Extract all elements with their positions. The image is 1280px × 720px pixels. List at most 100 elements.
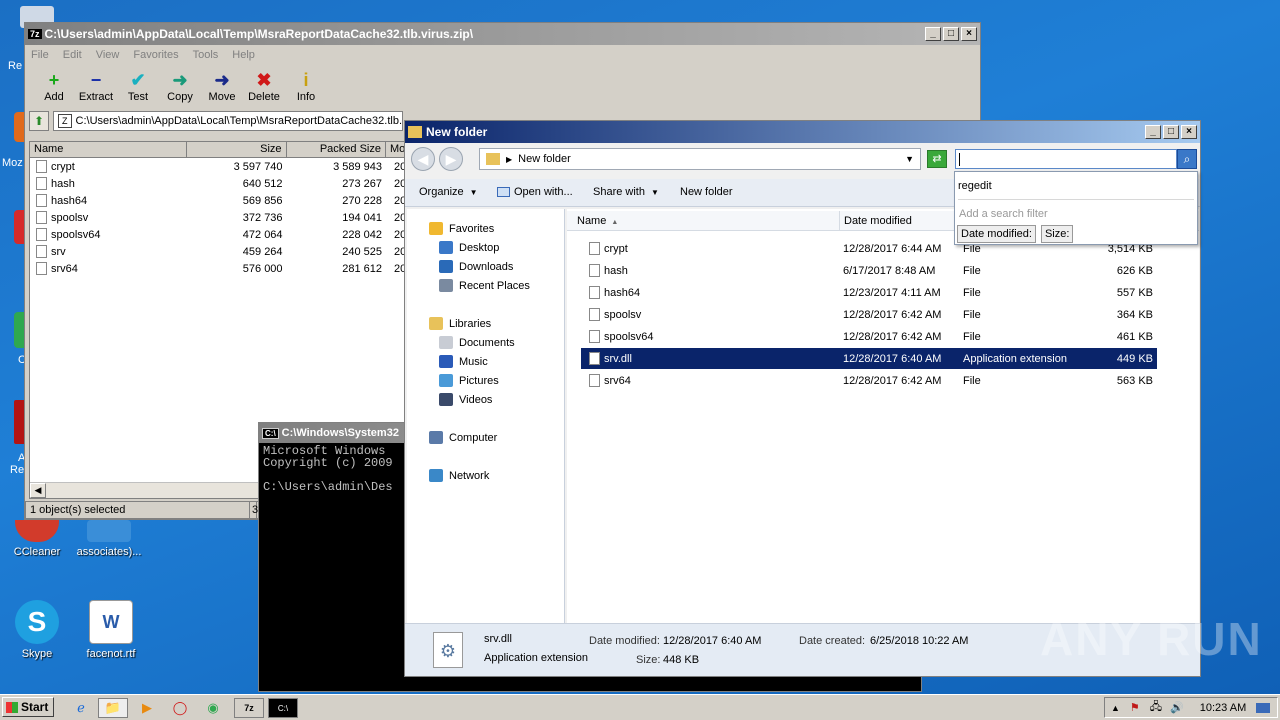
table-row[interactable]: spoolsv 372 736 194 041 20 xyxy=(30,209,406,226)
table-row[interactable]: srv64 576 000 281 612 20 xyxy=(30,260,406,277)
table-row[interactable]: srv 459 264 240 525 20 xyxy=(30,243,406,260)
organize-button[interactable]: Organize ▼ xyxy=(419,186,478,198)
breadcrumb-item[interactable]: New folder xyxy=(518,153,905,165)
copy-button[interactable]: ➜ Copy xyxy=(159,65,201,109)
clock[interactable]: 10:23 AM xyxy=(1200,702,1246,714)
file-modified: 20 xyxy=(394,160,407,173)
file-row[interactable]: hash 6/17/2017 8:48 AM File 626 KB xyxy=(581,260,1157,281)
address-field[interactable]: Z C:\Users\admin\AppData\Local\Temp\Msra… xyxy=(53,111,403,131)
window-icon xyxy=(497,187,510,197)
menu-favorites[interactable]: Favorites xyxy=(133,49,178,61)
column-date-modified[interactable]: Date modified xyxy=(844,215,912,227)
explorer-titlebar[interactable]: New folder _ □ × xyxy=(405,121,1200,143)
volume-icon[interactable]: 🔊 xyxy=(1170,701,1184,714)
breadcrumb[interactable]: ▶ New folder ▼ xyxy=(479,148,921,170)
share-with-button[interactable]: Share with ▼ xyxy=(593,186,659,198)
network-tray-icon[interactable]: 🖧 xyxy=(1150,698,1162,717)
nav-documents[interactable]: Documents xyxy=(439,336,515,349)
show-desktop-icon[interactable] xyxy=(1256,702,1271,713)
media-player-icon[interactable]: ▶ xyxy=(132,698,162,718)
maximize-button[interactable]: □ xyxy=(1163,125,1179,139)
column-packed-size[interactable]: Packed Size xyxy=(287,142,386,157)
chevron-down-icon[interactable]: ▼ xyxy=(905,154,914,164)
system-tray: ▲ ⚑ 🖧 🔊 10:23 AM xyxy=(1104,697,1278,718)
ie-icon[interactable]: ℯ xyxy=(66,698,96,718)
nav-libraries[interactable]: Libraries xyxy=(429,317,491,330)
7zip-titlebar[interactable]: 7z C:\Users\admin\AppData\Local\Temp\Msr… xyxy=(25,23,980,45)
close-button[interactable]: × xyxy=(1181,125,1197,139)
nav-favorites[interactable]: Favorites xyxy=(429,222,494,235)
table-row[interactable]: hash 640 512 273 267 20 xyxy=(30,175,406,192)
nav-computer[interactable]: Computer xyxy=(429,431,497,444)
nav-downloads[interactable]: Downloads xyxy=(439,260,513,273)
info-button[interactable]: i Info xyxy=(285,65,327,109)
file-row[interactable]: spoolsv 12/28/2017 6:42 AM File 364 KB xyxy=(581,304,1157,325)
extract-icon: − xyxy=(90,70,102,90)
details-filename: srv.dll xyxy=(484,633,512,645)
nav-recent-places[interactable]: Recent Places xyxy=(439,279,530,292)
menu-view[interactable]: View xyxy=(96,49,120,61)
file-date: 12/28/2017 6:44 AM xyxy=(843,242,942,255)
menu-tools[interactable]: Tools xyxy=(193,49,219,61)
chrome-taskbar-icon[interactable]: ◉ xyxy=(198,698,228,718)
desktop-icon-associates[interactable]: associates)... xyxy=(74,520,144,558)
nav-music[interactable]: Music xyxy=(439,355,488,368)
test-button[interactable]: ✔ Test xyxy=(117,65,159,109)
search-icon[interactable]: ⌕ xyxy=(1177,149,1197,169)
back-button[interactable]: ◀ xyxy=(411,147,435,171)
start-button[interactable]: Start xyxy=(2,697,54,717)
desktop-icon-ccleaner[interactable]: CCleaner xyxy=(2,520,72,558)
filter-size[interactable]: Size: xyxy=(1040,225,1074,243)
search-input[interactable] xyxy=(955,149,1177,169)
new-folder-button[interactable]: New folder xyxy=(680,186,733,198)
refresh-button[interactable]: ⇄ xyxy=(927,150,947,168)
column-modified[interactable]: Mo xyxy=(386,142,406,157)
filter-date-modified[interactable]: Date modified: xyxy=(957,225,1036,243)
explorer-taskbar-icon[interactable]: 📁 xyxy=(98,698,128,718)
open-with-button[interactable]: Open with... xyxy=(497,186,573,198)
extract-button[interactable]: − Extract xyxy=(75,65,117,109)
close-button[interactable]: × xyxy=(961,27,977,41)
opera-icon[interactable]: ◯ xyxy=(165,698,195,718)
7zip-taskbar-icon[interactable]: 7z xyxy=(234,698,264,718)
table-row[interactable]: hash64 569 856 270 228 20 xyxy=(30,192,406,209)
nav-pictures[interactable]: Pictures xyxy=(439,374,499,387)
move-button[interactable]: ➜ Move xyxy=(201,65,243,109)
file-row[interactable]: srv64 12/28/2017 6:42 AM File 563 KB xyxy=(581,370,1157,391)
forward-button[interactable]: ▶ xyxy=(439,147,463,171)
cmd-taskbar-icon[interactable]: C:\ xyxy=(268,698,298,718)
explorer-window: New folder _ □ × ◀ ▶ ▶ New folder ▼ ⇄ ⌕ … xyxy=(404,120,1201,677)
nav-network[interactable]: Network xyxy=(429,469,489,482)
file-size: 626 KB xyxy=(1116,264,1153,277)
desktop-icon-facenot[interactable]: W facenot.rtf xyxy=(76,600,146,660)
minimize-button[interactable]: _ xyxy=(1145,125,1161,139)
minimize-button[interactable]: _ xyxy=(925,27,941,41)
file-row[interactable]: hash64 12/23/2017 4:11 AM File 557 KB xyxy=(581,282,1157,303)
column-name[interactable]: Name xyxy=(30,142,188,157)
file-name: hash64 xyxy=(51,194,88,207)
folder-icon xyxy=(408,126,422,138)
search-suggestion-item[interactable]: regedit xyxy=(955,172,1197,192)
scroll-left-icon[interactable]: ◀ xyxy=(30,483,46,498)
desktop-icon-skype[interactable]: S Skype xyxy=(2,600,72,660)
nav-videos[interactable]: Videos xyxy=(439,393,492,406)
column-size[interactable]: Size xyxy=(187,142,287,157)
table-row[interactable]: crypt 3 597 740 3 589 943 20 xyxy=(30,158,406,175)
file-name: srv64 xyxy=(604,374,631,387)
up-folder-button[interactable]: ⬆ xyxy=(29,111,49,131)
menu-file[interactable]: File xyxy=(31,49,49,61)
file-row[interactable]: spoolsv64 12/28/2017 6:42 AM File 461 KB xyxy=(581,326,1157,347)
action-center-icon[interactable]: ⚑ xyxy=(1130,701,1140,714)
chevron-right-icon[interactable]: ▶ xyxy=(506,155,512,164)
menu-help[interactable]: Help xyxy=(232,49,255,61)
column-name[interactable]: Name ▲ xyxy=(577,215,618,227)
desktop-icon-label: associates)... xyxy=(76,546,142,558)
add-button[interactable]: + Add xyxy=(33,65,75,109)
table-row[interactable]: spoolsv64 472 064 228 042 20 xyxy=(30,226,406,243)
maximize-button[interactable]: □ xyxy=(943,27,959,41)
menu-edit[interactable]: Edit xyxy=(63,49,82,61)
nav-desktop[interactable]: Desktop xyxy=(439,241,499,254)
chevron-up-icon[interactable]: ▲ xyxy=(1111,703,1120,713)
delete-button[interactable]: ✖ Delete xyxy=(243,65,285,109)
file-row[interactable]: srv.dll 12/28/2017 6:40 AM Application ext… xyxy=(581,348,1157,369)
